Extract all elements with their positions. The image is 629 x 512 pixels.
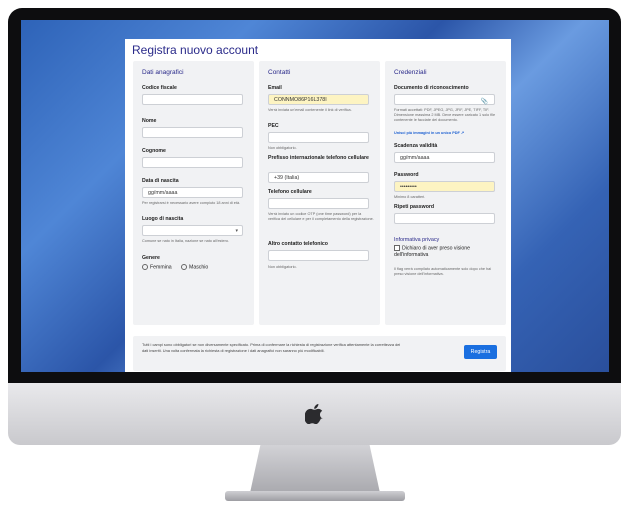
unisci-pdf-link[interactable]: Unisci più immagini in un unico PDF ↗ <box>394 131 500 136</box>
privacy-heading: Informativa privacy <box>394 237 440 243</box>
pec-label: PEC <box>268 123 279 129</box>
documento-label: Documento di riconoscimento <box>394 85 469 91</box>
telefono-help: Verrà inviato un codice OTP (one time pa… <box>268 212 374 222</box>
checkbox-icon <box>394 245 400 251</box>
pec-input[interactable] <box>268 132 369 143</box>
privacy-help: Il flag verrà compilato automaticamente … <box>394 267 492 277</box>
altro-contatto-label: Altro contatto telefonico <box>268 241 328 247</box>
email-label: Email <box>268 85 282 91</box>
footer-note: Tutti i campi sono obbligatori se non di… <box>142 342 401 353</box>
section-credenziali: Credenziali Documento di riconoscimento … <box>385 61 506 325</box>
genere-label: Genere <box>142 255 160 261</box>
password-input[interactable]: ••••••••• <box>394 181 495 192</box>
form-footer: Tutti i campi sono obbligatori se non di… <box>133 336 506 371</box>
nome-label: Nome <box>142 118 157 124</box>
paperclip-icon: 📎 <box>480 99 488 105</box>
apple-logo <box>305 404 323 424</box>
telefono-input[interactable] <box>268 198 369 209</box>
privacy-checkbox[interactable]: Dichiaro di aver preso visione dell'info… <box>394 245 500 259</box>
prefisso-label: Prefisso internazionale telefono cellula… <box>268 155 369 161</box>
data-nascita-input[interactable]: gg/mm/aaaa <box>142 187 243 198</box>
external-link-icon: ↗ <box>460 131 465 135</box>
radio-icon <box>181 264 187 270</box>
chevron-down-icon: ▾ <box>235 228 238 234</box>
email-input[interactable]: CONNMO86P16L378I <box>268 94 369 105</box>
luogo-nascita-help: Comune se nato in Italia, nazione se nat… <box>142 239 230 243</box>
genere-radio-femmina[interactable]: Femmina <box>142 264 172 270</box>
luogo-nascita-select[interactable]: ▾ <box>142 225 243 236</box>
section-dati-anagrafici: Dati anagrafici Codice fiscale Nome Cogn… <box>133 61 254 325</box>
radio-icon <box>142 264 148 270</box>
codice-fiscale-input[interactable] <box>142 94 243 105</box>
altro-contatto-help: Non obbligatorio. <box>268 265 297 269</box>
password-label: Password <box>394 172 419 178</box>
scadenza-label: Scadenza validità <box>394 143 438 149</box>
section-contatti: Contatti Email CONNMO86P16L378I Verrà in… <box>259 61 380 325</box>
data-nascita-label: Data di nascita <box>142 178 179 184</box>
prefisso-select[interactable]: +39 (Italia) <box>268 172 369 183</box>
luogo-nascita-label: Luogo di nascita <box>142 216 184 222</box>
email-help: Verrà inviata un'email contenente il lin… <box>268 108 352 112</box>
page-title: Registra nuovo account <box>132 43 259 57</box>
cognome-input[interactable] <box>142 157 243 168</box>
scadenza-input[interactable]: gg/mm/aaaa <box>394 152 495 163</box>
password-help: Minimo 8 caratteri. <box>394 195 426 199</box>
telefono-label: Telefono cellulare <box>268 189 312 195</box>
section-heading: Dati anagrafici <box>142 69 184 76</box>
codice-fiscale-label: Codice fiscale <box>142 85 177 91</box>
cognome-label: Cognome <box>142 148 166 154</box>
monitor-foot <box>225 491 405 501</box>
registra-button[interactable]: Registra <box>464 345 497 359</box>
ripeti-password-label: Ripeti password <box>394 204 435 210</box>
altro-contatto-input[interactable] <box>268 250 369 261</box>
nome-input[interactable] <box>142 127 243 138</box>
desktop-screen: Registra nuovo account Dati anagrafici C… <box>21 20 609 372</box>
data-nascita-help: Per registrarsi è necessario avere compi… <box>142 201 241 205</box>
documento-file-input[interactable]: 📎 <box>394 94 495 105</box>
ripeti-password-input[interactable] <box>394 213 495 224</box>
section-heading: Credenziali <box>394 69 427 76</box>
genere-radio-maschio[interactable]: Maschio <box>181 264 208 270</box>
section-heading: Contatti <box>268 69 291 76</box>
registration-window: Registra nuovo account Dati anagrafici C… <box>125 39 511 372</box>
monitor-stand <box>250 445 380 493</box>
pec-help: Non obbligatorio. <box>268 146 297 150</box>
documento-help: Formati accettati: PDF, JPEG, JPG, JFIF,… <box>394 108 496 123</box>
